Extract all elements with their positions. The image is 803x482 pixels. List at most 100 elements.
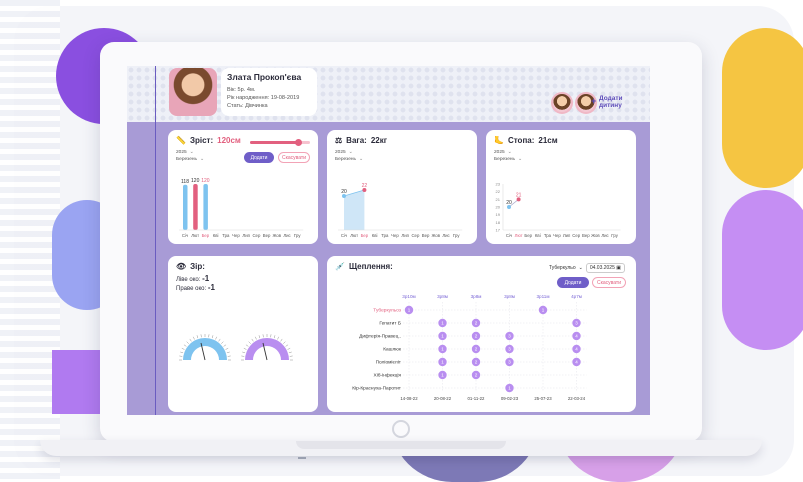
year-select[interactable]: 2025 ⌄ [335,149,469,156]
x-tick-label: Вер [422,233,430,238]
height-slider[interactable] [250,139,310,146]
x-tick-label: Січ [506,233,512,238]
vaccine-row-label: Хіб-інфекція [374,373,402,379]
chevron-down-icon: ⌄ [518,157,523,162]
x-tick-label: Лют [191,233,199,238]
gauge-tick [218,338,221,342]
app-screen: Злата Прокоп'єва Вік: 5р. 4м. Рік народж… [127,66,650,415]
add-child-button[interactable]: + Додати дитину [591,95,623,109]
data-label: 120 [201,178,210,184]
vaccine-date-input[interactable]: 04.03.2025 ▣ [585,263,625,273]
x-tick-label: Кві [372,233,378,238]
x-tick-label: Лис [283,233,291,238]
age-label: 3р11м [536,294,549,299]
child-name: Злата Прокоп'єва [227,72,302,82]
x-tick-label: Лис [601,233,609,238]
y-tick-label: 23 [496,182,501,187]
right-eye-label: Праве око: [176,286,207,292]
age-line: Вік: 5р. 4м. [227,87,256,93]
vaccine-cancel-button[interactable]: Скасувати [592,277,626,288]
height-add-button[interactable]: Додати [244,152,274,163]
gauge-tick [223,344,227,347]
x-tick-label: Сер [572,233,580,238]
calendar-icon: ▣ [616,265,621,271]
x-tick-label: Кві [213,233,219,238]
data-label: 118 [181,179,189,185]
gauge-tick [245,344,249,347]
right-eye-value: -1 [207,283,215,292]
left-eye-label: Ліве око: [176,277,201,283]
height-slider-knob[interactable] [295,139,302,146]
gauge-arc [183,338,227,360]
x-tick-label: Чер [553,233,561,238]
gauge-tick [251,338,254,342]
x-tick-label: Сер [411,233,419,238]
y-tick-label: 18 [496,220,501,225]
vision-label: Зір: [190,262,205,271]
laptop-indicator [298,457,306,459]
year-select[interactable]: 2025 ⌄ [494,149,628,156]
gauge-tick [193,336,195,340]
height-label: Зріст: [189,136,214,145]
x-tick-label: Лип [563,233,571,238]
vaccine-row-label: Кір-Краснуха-Паротит [352,386,402,392]
card-title: ⚖ Вага: 22кг [335,136,469,145]
x-tick-label: Лип [401,233,409,238]
laptop-logo-icon [392,420,410,438]
x-tick-label: Лют [515,233,523,238]
weight-area [344,190,365,230]
eye-icon: 👁 [176,262,187,271]
date-label: 25-07-23 [534,396,552,401]
x-tick-label: Тра [544,233,552,238]
foot-label: Стопа: [507,136,535,145]
kid-switch-avatar[interactable] [551,92,573,114]
x-tick-label: Гру [453,233,460,238]
chevron-down-icon: ⌄ [189,150,194,155]
decor-circle [722,28,803,188]
profile-info-card: Злата Прокоп'єва Вік: 5р. 4м. Рік народж… [221,68,317,116]
x-tick-label: Жов [273,233,282,238]
foot-chart: 23 22 21 20 19 18 17 20 21 Січ Лют Бер Кві Тра Чер Лип С… [496,182,621,238]
background-stripes [0,0,60,482]
gauge-tick [280,338,283,342]
gauge-tick [189,338,192,342]
vaccine-filter[interactable]: Туберкульо ⌄ 04.03.2025 ▣ [549,263,625,273]
vaccine-row-label: Кашлюк [383,347,402,353]
height-bar [203,184,208,230]
age-label: 4р7м [571,294,582,299]
syringe-icon: 💉 [335,262,345,271]
gauge-tick [215,336,217,340]
child-avatar[interactable] [169,68,217,116]
year-value: 2025 [335,150,346,155]
age-label: 3р8м [437,294,448,299]
gauge-arc [245,338,289,360]
x-tick-label: Жов [432,233,441,238]
x-tick-label: Гру [294,233,301,238]
x-tick-label: Січ [182,233,188,238]
gauge-tick [258,335,261,339]
month-select[interactable]: Березень ⌄ [335,156,469,163]
vaccine-add-button[interactable]: Додати [557,277,589,288]
chevron-down-icon: ⌄ [348,150,353,155]
right-eye-row: Праве око: -1 [176,284,310,293]
gauge-tick [288,351,292,354]
chevron-down-icon: ⌄ [507,150,512,155]
gauge-tick [242,351,246,354]
gauge-tick [221,341,224,344]
age-label: 3р10м [402,294,415,299]
y-tick-label: 19 [496,212,501,217]
x-tick-label: Тра [381,233,389,238]
height-chart: 118 120 120Січ Лют Бер Кві Тра Чер Лип Сер Вер Жов Л… [179,178,304,238]
x-tick-label: Чер [232,233,240,238]
scale-icon: ⚖ [335,136,343,145]
gauge-tick [180,351,184,354]
height-card: 📏 Зріст: 120см 2025 ⌄ Березень ⌄ Додати Ск… [168,130,318,244]
height-cancel-button[interactable]: Скасувати [278,152,310,163]
month-select[interactable]: Березень ⌄ [494,156,628,163]
profile-header: Злата Прокоп'єва Вік: 5р. 4м. Рік народж… [127,66,650,122]
x-tick-label: Жов [591,233,600,238]
vaccine-row-label: Гепатит Б [379,321,401,327]
x-tick-label: Лют [350,233,358,238]
foot-icon: 🦶 [494,136,504,145]
weight-chart: 20 22 Січ Лют Бер Кві Тра Чер Лип Сер Вер Жов Лис Гру [338,183,463,238]
